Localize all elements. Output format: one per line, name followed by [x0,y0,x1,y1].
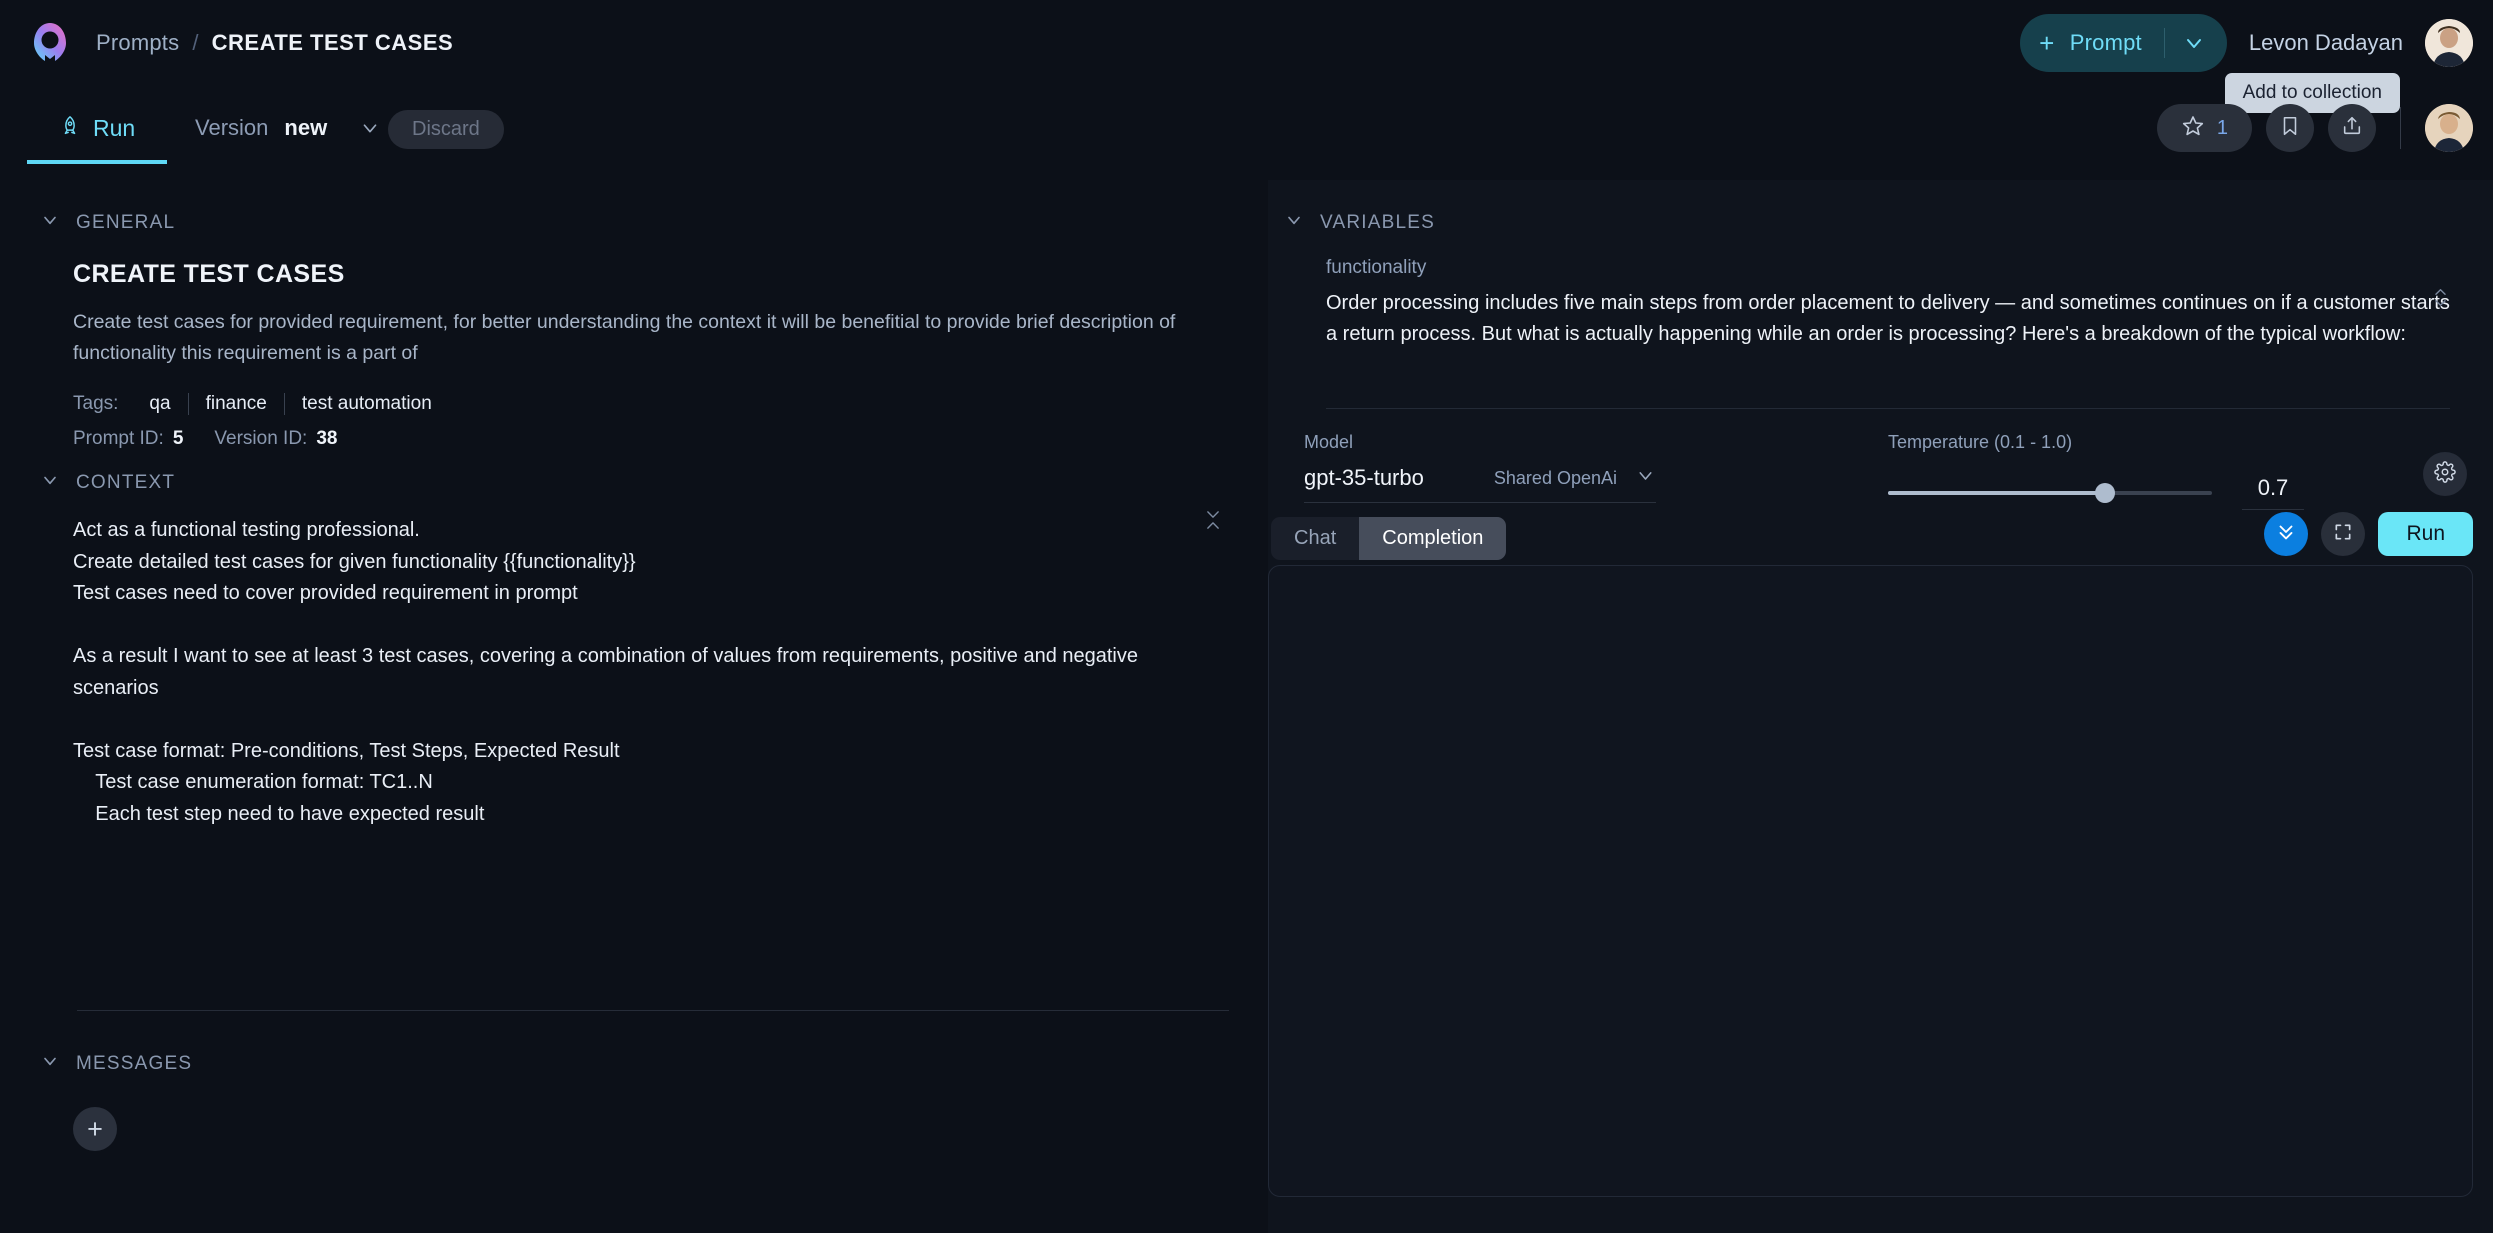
context-textarea[interactable]: Act as a functional testing professional… [73,515,1203,830]
chevron-down-icon[interactable] [359,117,381,139]
model-dropdown[interactable]: gpt-35-turbo Shared OpenAi [1304,465,1656,503]
bookmark-icon [2279,115,2301,142]
tags-label: Tags: [73,393,119,414]
chevron-down-icon [40,1051,60,1077]
tab-chat[interactable]: Chat [1271,517,1359,560]
breadcrumb: Prompts / CREATE TEST CASES [96,30,453,56]
chevron-down-icon [40,210,60,236]
model-vendor-value: Shared OpenAi [1493,467,1617,488]
bookmark-button[interactable] [2266,104,2314,152]
temperature-row: 0.7 [1888,475,2338,510]
add-prompt-label: Prompt [2069,30,2142,55]
fullscreen-icon [2333,522,2353,547]
model-settings-button [2423,452,2467,496]
top-bar-right: + Prompt Levon Dadayan [2019,14,2473,72]
rocket-logo-icon[interactable] [26,19,74,67]
version-label: Version [195,115,269,140]
output-panel[interactable] [1268,565,2473,1197]
avatar-small[interactable] [2425,104,2473,152]
temperature-value[interactable]: 0.7 [2242,475,2304,510]
scroll-down-button[interactable] [2264,512,2309,556]
star-icon [2181,114,2205,143]
rocket-icon [59,115,81,142]
prompt-description: Create test cases for provided requireme… [73,311,1176,364]
tag-item[interactable]: qa [132,393,187,415]
variable-name-label: functionality [1326,257,1427,278]
page-title: CREATE TEST CASES [73,260,345,288]
version-value: new [284,115,328,140]
output-actions: Run [2264,512,2473,556]
divider [1326,408,2450,409]
section-messages-label: MESSAGES [76,1053,193,1074]
star-button[interactable]: 1 [2156,104,2252,152]
section-context-label: CONTEXT [76,472,176,493]
tab-row: Run Version new Discard 1 [0,96,2493,164]
add-prompt-button[interactable]: + Prompt [2019,14,2227,72]
tag-item[interactable]: test automation [285,393,449,415]
variable-value-input[interactable]: Order processing includes five main step… [1326,288,2451,350]
share-button[interactable] [2328,104,2376,152]
breadcrumb-root[interactable]: Prompts [96,30,179,56]
chevron-down-icon[interactable] [2165,31,2223,55]
section-context-header[interactable]: CONTEXT [40,470,175,496]
tab-run-label: Run [93,114,136,141]
breadcrumb-current: CREATE TEST CASES [211,30,454,55]
version-selector[interactable]: Version new [195,96,381,160]
plus-icon: + [2039,28,2055,58]
tag-item[interactable]: finance [189,393,284,415]
breadcrumb-separator: / [192,30,199,55]
model-selector: Model gpt-35-turbo Shared OpenAi [1304,432,1656,503]
left-panel: GENERAL CREATE TEST CASES Create test ca… [0,180,1268,1233]
slider-thumb[interactable] [2095,482,2116,503]
header-actions: 1 [2156,104,2473,152]
tab-run[interactable]: Run [27,96,168,164]
model-name-value: gpt-35-turbo [1304,465,1424,490]
tags-row: Tags: qa finance test automation [73,393,449,415]
divider [77,1010,1229,1011]
model-vendor-group: Shared OpenAi [1494,465,1656,491]
version-id-value: 38 [316,428,338,449]
chevrons-down-icon [2275,521,2297,548]
prompt-id-label: Prompt ID: [73,428,164,449]
temperature-label: Temperature (0.1 - 1.0) [1888,432,2073,452]
version-id-label: Version ID: [214,428,308,449]
chevron-down-icon [1284,210,1304,236]
temperature-slider[interactable] [1888,482,2212,504]
gear-button[interactable] [2423,452,2467,496]
tab-completion[interactable]: Completion [1359,517,1507,560]
add-message-button[interactable]: + [73,1107,117,1151]
resize-vertical-icon[interactable] [1205,510,1221,530]
gear-icon [2434,460,2456,488]
section-messages-header[interactable]: MESSAGES [40,1051,192,1077]
username-label: Levon Dadayan [2248,30,2403,55]
prompt-id-value: 5 [172,428,184,449]
temperature-control: Temperature (0.1 - 1.0) 0.7 [1888,432,2338,510]
fullscreen-button[interactable] [2321,512,2366,556]
section-variables-header[interactable]: VARIABLES [1284,210,1435,236]
top-bar: Prompts / CREATE TEST CASES + Prompt Lev… [0,0,2493,113]
star-count: 1 [2216,116,2228,139]
model-label: Model [1304,432,1354,452]
discard-button[interactable]: Discard [388,110,504,149]
section-general-label: GENERAL [76,212,176,233]
run-button[interactable]: Run [2378,512,2473,556]
ids-row: Prompt ID: 5 Version ID: 38 [73,428,359,450]
chevron-down-icon [40,470,60,496]
slider-fill [1888,490,2106,495]
section-variables-label: VARIABLES [1320,212,1435,233]
share-icon [2341,115,2363,142]
avatar[interactable] [2425,19,2473,67]
output-mode-tabs: Chat Completion [1271,517,1507,560]
section-general-header[interactable]: GENERAL [40,210,175,236]
resize-vertical-icon[interactable] [2433,288,2448,307]
divider [2400,107,2401,149]
chevron-down-icon [1635,465,1656,491]
